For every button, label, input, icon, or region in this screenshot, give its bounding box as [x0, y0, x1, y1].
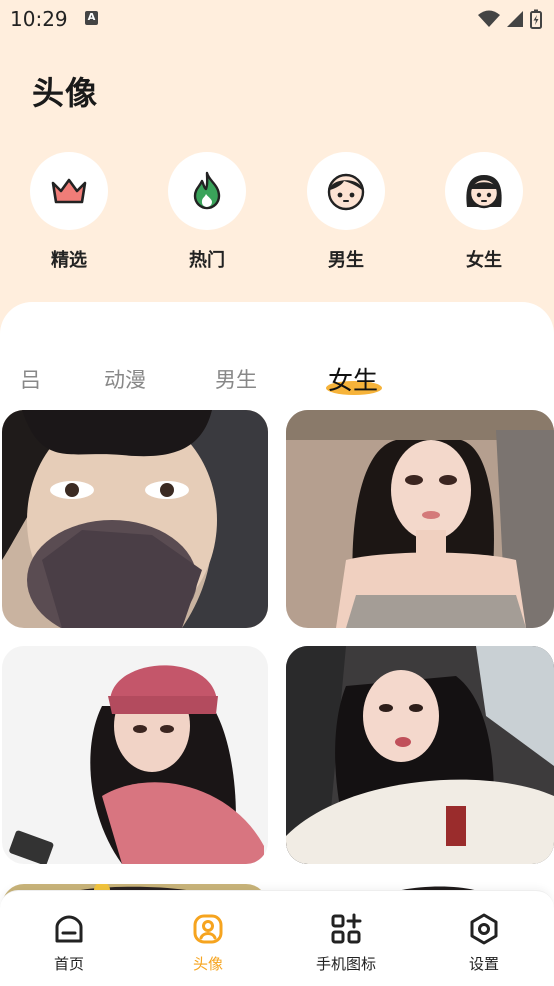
category-row: 精选 热门 男生 女生	[0, 152, 554, 272]
settings-icon	[470, 913, 498, 945]
tab-boys[interactable]: 男生	[215, 364, 257, 394]
nav-label: 设置	[468, 955, 499, 973]
bottom-nav: 首页 头像 手机图标 设置	[0, 890, 554, 986]
category-boys[interactable]: 男生	[296, 152, 396, 272]
status-time: 10:29	[10, 7, 68, 31]
category-label: 精选	[51, 250, 87, 271]
wifi-icon	[478, 10, 500, 27]
nav-settings[interactable]: 设置	[429, 913, 539, 974]
avatar-grid	[0, 410, 554, 944]
category-label: 热门	[189, 250, 225, 271]
avatar-image	[286, 410, 554, 628]
avatar-card[interactable]	[2, 646, 268, 864]
status-bar: 10:29 A	[0, 0, 554, 38]
tab-bar: 吕 动漫 男生 女生	[0, 360, 554, 400]
nav-phone-icons[interactable]: 手机图标	[291, 913, 401, 974]
avatar-card[interactable]	[286, 646, 554, 864]
avatar-image	[286, 646, 554, 864]
boy-face-icon	[327, 173, 365, 211]
avatar-icon	[193, 914, 223, 944]
tab-anime[interactable]: 动漫	[104, 364, 146, 394]
avatar-card[interactable]	[2, 410, 268, 628]
category-label: 女生	[466, 250, 502, 271]
apps-icon	[331, 913, 362, 944]
nav-home[interactable]: 首页	[14, 913, 124, 974]
category-featured[interactable]: 精选	[19, 152, 119, 272]
avatar-image	[2, 410, 268, 628]
status-icons	[478, 9, 542, 29]
page-title: 头像	[32, 74, 99, 112]
nav-label: 头像	[192, 955, 223, 973]
notification-icon: A	[85, 11, 98, 25]
category-girls[interactable]: 女生	[434, 152, 534, 272]
category-label: 男生	[328, 250, 364, 271]
flame-icon	[193, 171, 221, 210]
crown-icon	[51, 178, 87, 204]
home-icon	[55, 915, 83, 943]
tab-partial[interactable]: 吕	[20, 364, 41, 394]
category-hot[interactable]: 热门	[157, 152, 257, 272]
nav-label: 首页	[53, 955, 84, 973]
avatar-image	[2, 646, 268, 864]
tab-girls[interactable]: 女生	[328, 361, 378, 397]
nav-label: 手机图标	[315, 955, 376, 973]
battery-icon	[530, 9, 542, 29]
avatar-card[interactable]	[286, 410, 554, 628]
signal-icon	[507, 11, 523, 27]
girl-face-icon	[466, 175, 502, 209]
nav-avatar[interactable]: 头像	[153, 913, 263, 974]
